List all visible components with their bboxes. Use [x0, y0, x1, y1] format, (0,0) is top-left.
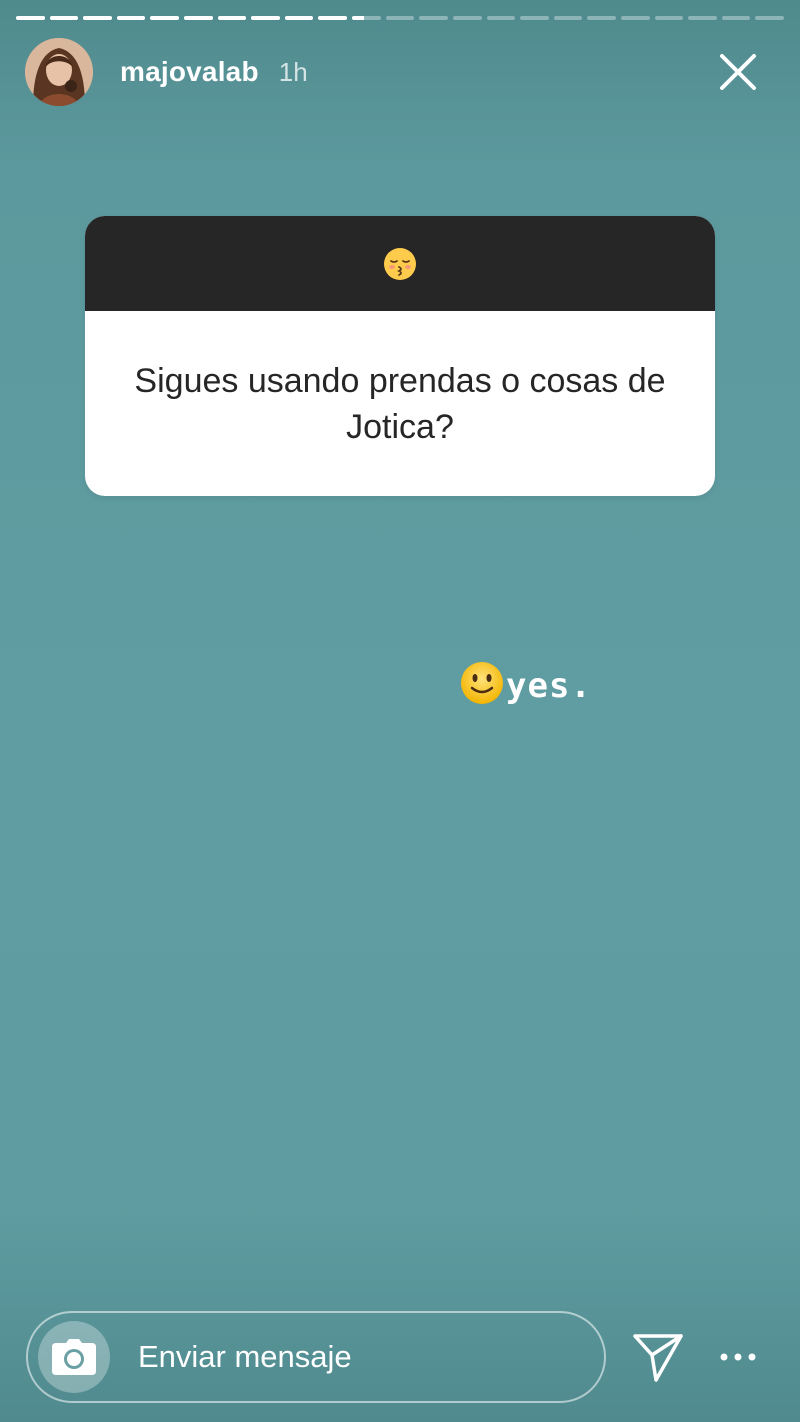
- progress-segment: [352, 16, 381, 20]
- story-header: majovalab 1h: [25, 38, 780, 106]
- progress-segment: [49, 16, 79, 20]
- progress-segment: [721, 16, 751, 20]
- progress-segment: [284, 16, 314, 20]
- progress-segment: [217, 16, 247, 20]
- story-progress-bar: [16, 16, 785, 20]
- progress-segment: [654, 16, 684, 20]
- progress-segment: [587, 16, 616, 20]
- more-options-icon[interactable]: [718, 1347, 758, 1367]
- progress-segment: [184, 16, 213, 20]
- progress-segment: [520, 16, 549, 20]
- progress-segment: [318, 16, 348, 20]
- username[interactable]: majovalab: [120, 56, 259, 88]
- progress-segment: [16, 16, 45, 20]
- progress-segment: [385, 16, 415, 20]
- question-text: Sigues usando prendas o cosas de Jotica?: [134, 361, 666, 446]
- message-placeholder: Enviar mensaje: [138, 1339, 352, 1374]
- question-sticker-header: [85, 216, 715, 311]
- progress-segment: [553, 16, 583, 20]
- story-footer: Enviar mensaje: [26, 1311, 774, 1403]
- progress-segment: [83, 16, 112, 20]
- close-icon[interactable]: [716, 50, 760, 94]
- progress-segment: [452, 16, 482, 20]
- question-sticker[interactable]: Sigues usando prendas o cosas de Jotica?: [85, 216, 715, 496]
- camera-button[interactable]: [38, 1321, 110, 1393]
- slightly-smiling-face-icon: [461, 662, 503, 704]
- kissing-face-closed-eyes-icon: [384, 247, 416, 280]
- progress-segment: [620, 16, 650, 20]
- message-input[interactable]: Enviar mensaje: [26, 1311, 606, 1403]
- progress-segment: [419, 16, 448, 20]
- post-time: 1h: [278, 56, 308, 87]
- avatar[interactable]: [25, 38, 93, 106]
- progress-segment: [150, 16, 180, 20]
- progress-segment: [251, 16, 280, 20]
- reply-overlay: yes.: [460, 660, 592, 706]
- progress-segment: [688, 16, 717, 20]
- progress-segment: [755, 16, 785, 20]
- camera-icon: [52, 1339, 96, 1375]
- send-icon[interactable]: [632, 1331, 684, 1383]
- progress-segment: [116, 16, 146, 20]
- reply-text: yes.: [506, 666, 592, 706]
- progress-segment: [486, 16, 516, 20]
